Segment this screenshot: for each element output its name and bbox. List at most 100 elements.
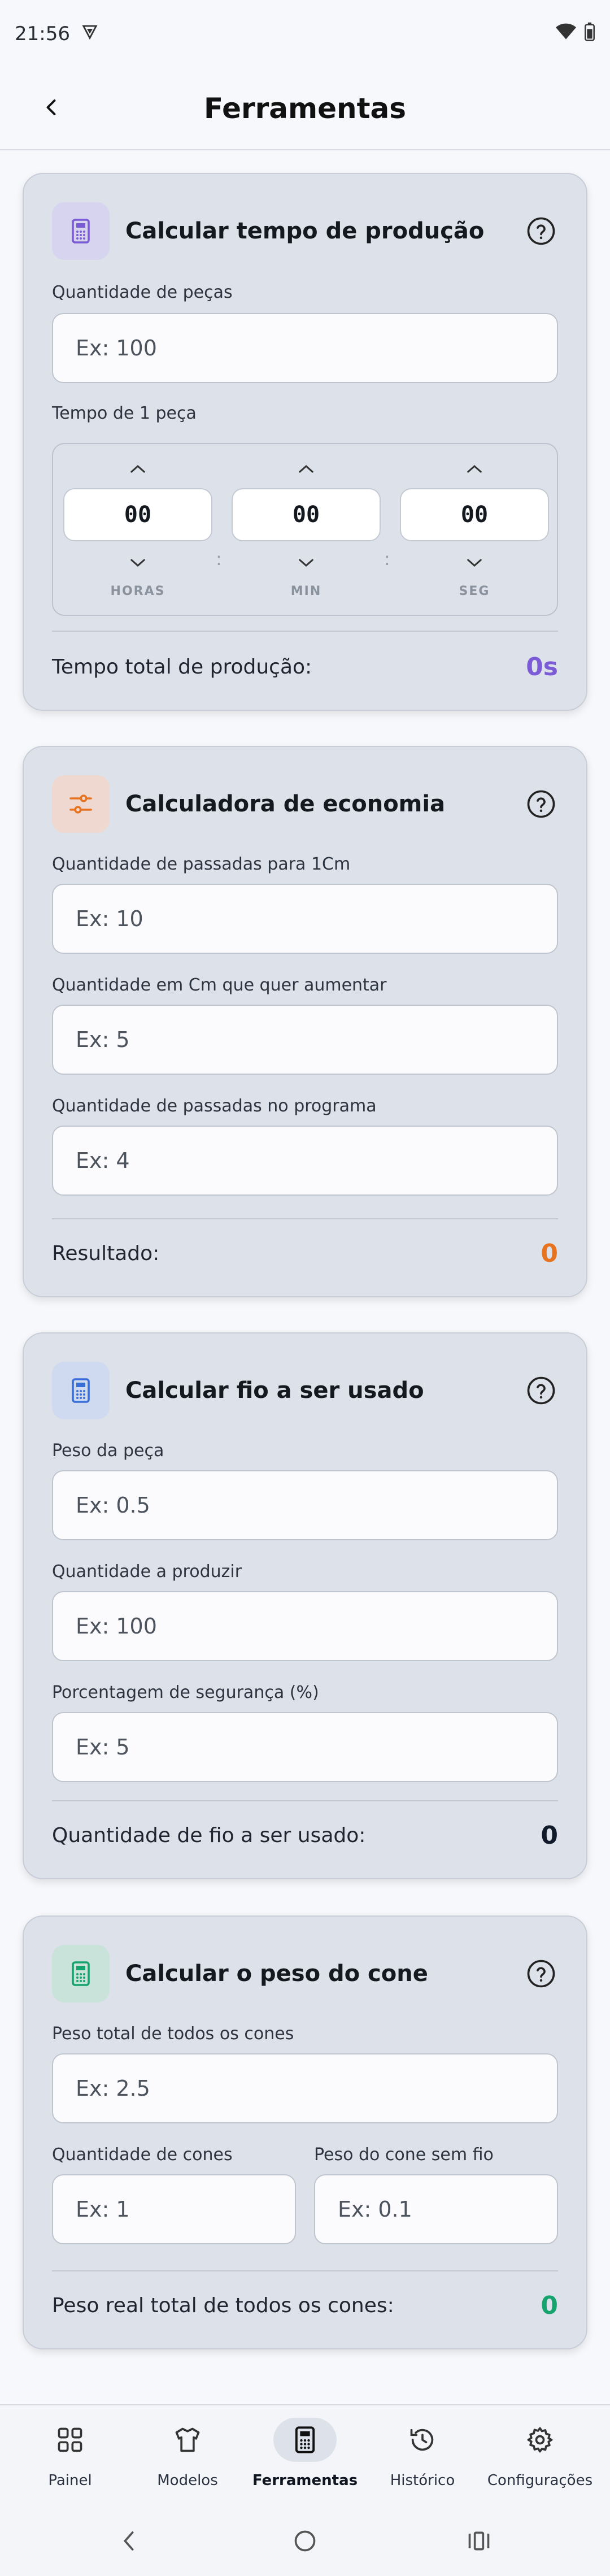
nav-label: Histórico — [390, 2472, 455, 2489]
passes-input[interactable]: Ex: 10 — [52, 884, 558, 954]
result-label: Resultado: — [52, 1241, 160, 1265]
quantity-input[interactable]: Ex: 100 — [52, 1591, 558, 1661]
calculator-icon — [52, 1362, 110, 1419]
nav-label: Configurações — [487, 2472, 593, 2489]
nav-label: Ferramentas — [252, 2472, 358, 2489]
chevron-up-icon — [130, 464, 145, 473]
system-back-button[interactable] — [112, 2524, 146, 2558]
chevron-down-icon — [467, 559, 482, 567]
card-title: Calculadora de economia — [125, 791, 446, 817]
help-button[interactable] — [524, 214, 558, 248]
system-recents-button[interactable] — [462, 2524, 496, 2558]
empty-cone-label: Peso do cone sem fio — [314, 2145, 494, 2165]
result-value: 0 — [541, 2291, 558, 2320]
back-button[interactable] — [35, 90, 69, 124]
back-arrow-icon — [46, 99, 56, 115]
seconds-unit: SEG — [459, 584, 490, 598]
shirt-icon — [156, 2418, 219, 2462]
result-label: Quantidade de fio a ser usado: — [52, 1823, 366, 1847]
passes-label: Quantidade de passadas para 1Cm — [52, 854, 351, 874]
card-header: Calcular tempo de produção — [52, 202, 558, 260]
result-label: Tempo total de produção: — [52, 655, 312, 679]
app-header: Ferramentas — [0, 68, 610, 150]
minutes-increase-button[interactable] — [295, 458, 317, 480]
divider — [52, 1218, 558, 1219]
seconds-column: 00 SEG — [400, 444, 549, 617]
calculator-icon — [52, 1945, 110, 2002]
chevron-down-icon — [130, 559, 145, 567]
pieces-label: Quantidade de peças — [52, 283, 233, 302]
economy-card: Calculadora de economia Quantidade de pa… — [23, 746, 587, 1297]
total-weight-label: Peso total de todos os cones — [52, 2024, 294, 2044]
hours-value[interactable]: 00 — [63, 488, 212, 541]
minutes-unit: MIN — [290, 584, 322, 598]
help-button[interactable] — [524, 787, 558, 821]
program-passes-input[interactable]: Ex: 4 — [52, 1126, 558, 1196]
minutes-value[interactable]: 00 — [232, 488, 381, 541]
grid-icon — [38, 2418, 102, 2462]
calculator-icon — [52, 202, 110, 260]
piece-time-label: Tempo de 1 peça — [52, 403, 197, 423]
cone-count-input[interactable]: Ex: 1 — [52, 2174, 296, 2244]
pieces-input[interactable]: Ex: 100 — [52, 313, 558, 383]
economy-result: Resultado: 0 — [52, 1236, 558, 1270]
cone-result: Peso real total de todos os cones: 0 — [52, 2288, 558, 2322]
help-icon — [527, 790, 555, 818]
divider — [52, 2270, 558, 2271]
chevron-down-icon — [299, 559, 313, 567]
result-label: Peso real total de todos os cones: — [52, 2293, 394, 2317]
minutes-decrease-button[interactable] — [295, 551, 317, 574]
nav-label: Painel — [48, 2472, 92, 2489]
empty-cone-input[interactable]: Ex: 0.1 — [314, 2174, 558, 2244]
gear-icon — [508, 2418, 572, 2462]
status-time: 21:56 — [15, 23, 70, 45]
calculator-icon — [273, 2418, 337, 2462]
hours-unit: HORAS — [110, 584, 165, 598]
hours-decrease-button[interactable] — [127, 551, 149, 574]
piece-weight-input[interactable]: Ex: 0.5 — [52, 1470, 558, 1540]
chevron-up-icon — [299, 464, 313, 473]
cone-count-label: Quantidade de cones — [52, 2145, 233, 2165]
program-passes-label: Quantidade de passadas no programa — [52, 1096, 377, 1116]
quantity-label: Quantidade a produzir — [52, 1562, 242, 1582]
divider — [52, 631, 558, 632]
home-circle-icon — [294, 2530, 316, 2552]
cm-input[interactable]: Ex: 5 — [52, 1005, 558, 1075]
help-icon — [527, 1376, 555, 1405]
cone-card: Calcular o peso do cone Peso total de to… — [23, 1915, 587, 2349]
result-value: 0s — [526, 652, 558, 681]
hours-increase-button[interactable] — [127, 458, 149, 480]
wifi-icon — [556, 23, 576, 45]
help-button[interactable] — [524, 1957, 558, 1991]
nav-label: Modelos — [157, 2472, 218, 2489]
nav-item-historico[interactable]: Histórico — [361, 2405, 483, 2507]
nav-item-modelos[interactable]: Modelos — [127, 2405, 249, 2507]
system-nav-bar — [0, 2506, 610, 2576]
production-result: Tempo total de produção: 0s — [52, 650, 558, 684]
chevron-up-icon — [467, 464, 482, 473]
card-title: Calcular tempo de produção — [125, 218, 485, 244]
divider — [52, 1800, 558, 1801]
cm-label: Quantidade em Cm que quer aumentar — [52, 975, 387, 995]
seconds-increase-button[interactable] — [463, 458, 486, 480]
card-header: Calcular o peso do cone — [52, 1945, 558, 2002]
bottom-nav: Painel Modelos Ferramentas Histórico Con… — [0, 2404, 610, 2506]
minutes-column: 00 MIN — [232, 444, 381, 617]
back-chevron-icon — [123, 2531, 134, 2551]
card-title: Calcular o peso do cone — [125, 1961, 428, 1987]
battery-icon — [584, 22, 595, 46]
card-header: Calcular fio a ser usado — [52, 1362, 558, 1419]
history-icon — [391, 2418, 454, 2462]
help-icon — [527, 1960, 555, 1988]
seconds-value[interactable]: 00 — [400, 488, 549, 541]
nav-item-painel[interactable]: Painel — [9, 2405, 131, 2507]
help-button[interactable] — [524, 1374, 558, 1408]
system-home-button[interactable] — [288, 2524, 322, 2558]
seconds-decrease-button[interactable] — [463, 551, 486, 574]
time-picker: 00 HORAS : 00 MIN : 00 SEG — [52, 443, 558, 616]
total-weight-input[interactable]: Ex: 2.5 — [52, 2053, 558, 2123]
safety-input[interactable]: Ex: 5 — [52, 1712, 558, 1782]
nav-item-configuracoes[interactable]: Configurações — [479, 2405, 601, 2507]
status-bar: 21:56 — [0, 0, 610, 68]
nav-item-ferramentas[interactable]: Ferramentas — [244, 2405, 366, 2507]
